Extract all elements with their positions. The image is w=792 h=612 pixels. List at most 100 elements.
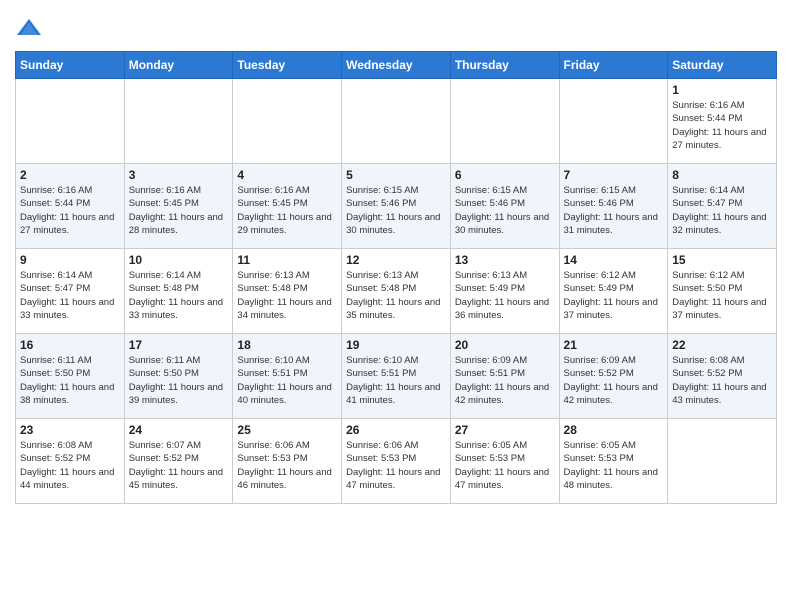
calendar-week-2: 9 Sunrise: 6:14 AM Sunset: 5:47 PM Daylig… — [16, 249, 777, 334]
day-number: 8 — [672, 168, 772, 182]
day-number: 22 — [672, 338, 772, 352]
day-info: Sunrise: 6:08 AM Sunset: 5:52 PM Dayligh… — [20, 439, 120, 492]
day-info: Sunrise: 6:16 AM Sunset: 5:44 PM Dayligh… — [20, 184, 120, 237]
day-number: 18 — [237, 338, 337, 352]
calendar-week-1: 2 Sunrise: 6:16 AM Sunset: 5:44 PM Daylig… — [16, 164, 777, 249]
calendar-cell: 9 Sunrise: 6:14 AM Sunset: 5:47 PM Daylig… — [16, 249, 125, 334]
day-info: Sunrise: 6:07 AM Sunset: 5:52 PM Dayligh… — [129, 439, 229, 492]
calendar-cell: 6 Sunrise: 6:15 AM Sunset: 5:46 PM Daylig… — [450, 164, 559, 249]
day-info: Sunrise: 6:09 AM Sunset: 5:52 PM Dayligh… — [564, 354, 664, 407]
calendar-cell: 7 Sunrise: 6:15 AM Sunset: 5:46 PM Daylig… — [559, 164, 668, 249]
day-info: Sunrise: 6:11 AM Sunset: 5:50 PM Dayligh… — [20, 354, 120, 407]
logo — [15, 15, 47, 43]
day-info: Sunrise: 6:16 AM Sunset: 5:45 PM Dayligh… — [237, 184, 337, 237]
day-info: Sunrise: 6:12 AM Sunset: 5:49 PM Dayligh… — [564, 269, 664, 322]
calendar-cell: 23Sunrise: 6:08 AM Sunset: 5:52 PM Dayli… — [16, 419, 125, 504]
day-number: 15 — [672, 253, 772, 267]
day-number: 9 — [20, 253, 120, 267]
day-number: 12 — [346, 253, 446, 267]
calendar-cell: 16 Sunrise: 6:11 AM Sunset: 5:50 PM Dayli… — [16, 334, 125, 419]
calendar-week-3: 16 Sunrise: 6:11 AM Sunset: 5:50 PM Dayli… — [16, 334, 777, 419]
day-info: Sunrise: 6:13 AM Sunset: 5:48 PM Dayligh… — [346, 269, 446, 322]
day-number: 24 — [129, 423, 229, 437]
calendar-header-row: SundayMondayTuesdayWednesdayThursdayFrid… — [16, 52, 777, 79]
calendar-cell — [559, 79, 668, 164]
day-info: Sunrise: 6:15 AM Sunset: 5:46 PM Dayligh… — [455, 184, 555, 237]
calendar-cell: 20 Sunrise: 6:09 AM Sunset: 5:51 PM Dayli… — [450, 334, 559, 419]
weekday-header-monday: Monday — [124, 52, 233, 79]
logo-icon — [15, 15, 43, 43]
day-number: 4 — [237, 168, 337, 182]
day-number: 19 — [346, 338, 446, 352]
calendar-cell: 17Sunrise: 6:11 AM Sunset: 5:50 PM Dayli… — [124, 334, 233, 419]
day-number: 20 — [455, 338, 555, 352]
calendar-cell: 22 Sunrise: 6:08 AM Sunset: 5:52 PM Dayli… — [668, 334, 777, 419]
calendar-cell: 27 Sunrise: 6:05 AM Sunset: 5:53 PM Dayli… — [450, 419, 559, 504]
day-number: 11 — [237, 253, 337, 267]
calendar-cell: 1 Sunrise: 6:16 AM Sunset: 5:44 PM Daylig… — [668, 79, 777, 164]
day-number: 2 — [20, 168, 120, 182]
day-info: Sunrise: 6:06 AM Sunset: 5:53 PM Dayligh… — [237, 439, 337, 492]
calendar-cell: 4 Sunrise: 6:16 AM Sunset: 5:45 PM Daylig… — [233, 164, 342, 249]
day-number: 16 — [20, 338, 120, 352]
calendar-cell: 5 Sunrise: 6:15 AM Sunset: 5:46 PM Daylig… — [342, 164, 451, 249]
weekday-header-tuesday: Tuesday — [233, 52, 342, 79]
day-info: Sunrise: 6:14 AM Sunset: 5:47 PM Dayligh… — [672, 184, 772, 237]
day-number: 26 — [346, 423, 446, 437]
weekday-header-saturday: Saturday — [668, 52, 777, 79]
calendar-cell — [342, 79, 451, 164]
calendar-cell: 3 Sunrise: 6:16 AM Sunset: 5:45 PM Daylig… — [124, 164, 233, 249]
day-number: 1 — [672, 83, 772, 97]
weekday-header-thursday: Thursday — [450, 52, 559, 79]
calendar-cell: 2 Sunrise: 6:16 AM Sunset: 5:44 PM Daylig… — [16, 164, 125, 249]
day-number: 17 — [129, 338, 229, 352]
day-info: Sunrise: 6:15 AM Sunset: 5:46 PM Dayligh… — [564, 184, 664, 237]
calendar-cell: 25 Sunrise: 6:06 AM Sunset: 5:53 PM Dayli… — [233, 419, 342, 504]
calendar-cell: 8 Sunrise: 6:14 AM Sunset: 5:47 PM Daylig… — [668, 164, 777, 249]
calendar-table: SundayMondayTuesdayWednesdayThursdayFrid… — [15, 51, 777, 504]
weekday-header-wednesday: Wednesday — [342, 52, 451, 79]
day-info: Sunrise: 6:10 AM Sunset: 5:51 PM Dayligh… — [346, 354, 446, 407]
day-number: 14 — [564, 253, 664, 267]
day-info: Sunrise: 6:13 AM Sunset: 5:49 PM Dayligh… — [455, 269, 555, 322]
day-number: 28 — [564, 423, 664, 437]
day-number: 3 — [129, 168, 229, 182]
calendar-week-4: 23Sunrise: 6:08 AM Sunset: 5:52 PM Dayli… — [16, 419, 777, 504]
calendar-cell: 14 Sunrise: 6:12 AM Sunset: 5:49 PM Dayli… — [559, 249, 668, 334]
calendar-cell: 21 Sunrise: 6:09 AM Sunset: 5:52 PM Dayli… — [559, 334, 668, 419]
day-number: 5 — [346, 168, 446, 182]
calendar-cell: 28 Sunrise: 6:05 AM Sunset: 5:53 PM Dayli… — [559, 419, 668, 504]
day-info: Sunrise: 6:13 AM Sunset: 5:48 PM Dayligh… — [237, 269, 337, 322]
day-info: Sunrise: 6:16 AM Sunset: 5:44 PM Dayligh… — [672, 99, 772, 152]
day-number: 6 — [455, 168, 555, 182]
calendar-cell: 26 Sunrise: 6:06 AM Sunset: 5:53 PM Dayli… — [342, 419, 451, 504]
day-info: Sunrise: 6:08 AM Sunset: 5:52 PM Dayligh… — [672, 354, 772, 407]
day-info: Sunrise: 6:09 AM Sunset: 5:51 PM Dayligh… — [455, 354, 555, 407]
day-info: Sunrise: 6:14 AM Sunset: 5:47 PM Dayligh… — [20, 269, 120, 322]
day-info: Sunrise: 6:05 AM Sunset: 5:53 PM Dayligh… — [455, 439, 555, 492]
calendar-week-0: 1 Sunrise: 6:16 AM Sunset: 5:44 PM Daylig… — [16, 79, 777, 164]
calendar-cell — [16, 79, 125, 164]
calendar-cell — [233, 79, 342, 164]
day-info: Sunrise: 6:15 AM Sunset: 5:46 PM Dayligh… — [346, 184, 446, 237]
day-info: Sunrise: 6:06 AM Sunset: 5:53 PM Dayligh… — [346, 439, 446, 492]
day-number: 27 — [455, 423, 555, 437]
day-info: Sunrise: 6:16 AM Sunset: 5:45 PM Dayligh… — [129, 184, 229, 237]
calendar-cell — [450, 79, 559, 164]
day-info: Sunrise: 6:05 AM Sunset: 5:53 PM Dayligh… — [564, 439, 664, 492]
day-number: 25 — [237, 423, 337, 437]
calendar-cell: 12 Sunrise: 6:13 AM Sunset: 5:48 PM Dayli… — [342, 249, 451, 334]
calendar-cell — [668, 419, 777, 504]
calendar-cell: 24 Sunrise: 6:07 AM Sunset: 5:52 PM Dayli… — [124, 419, 233, 504]
day-number: 7 — [564, 168, 664, 182]
weekday-header-friday: Friday — [559, 52, 668, 79]
day-info: Sunrise: 6:12 AM Sunset: 5:50 PM Dayligh… — [672, 269, 772, 322]
calendar-cell — [124, 79, 233, 164]
calendar-cell: 18Sunrise: 6:10 AM Sunset: 5:51 PM Dayli… — [233, 334, 342, 419]
day-number: 21 — [564, 338, 664, 352]
weekday-header-sunday: Sunday — [16, 52, 125, 79]
calendar-cell: 11 Sunrise: 6:13 AM Sunset: 5:48 PM Dayli… — [233, 249, 342, 334]
calendar-cell: 19 Sunrise: 6:10 AM Sunset: 5:51 PM Dayli… — [342, 334, 451, 419]
calendar-cell: 13Sunrise: 6:13 AM Sunset: 5:49 PM Dayli… — [450, 249, 559, 334]
page-header — [15, 15, 777, 43]
